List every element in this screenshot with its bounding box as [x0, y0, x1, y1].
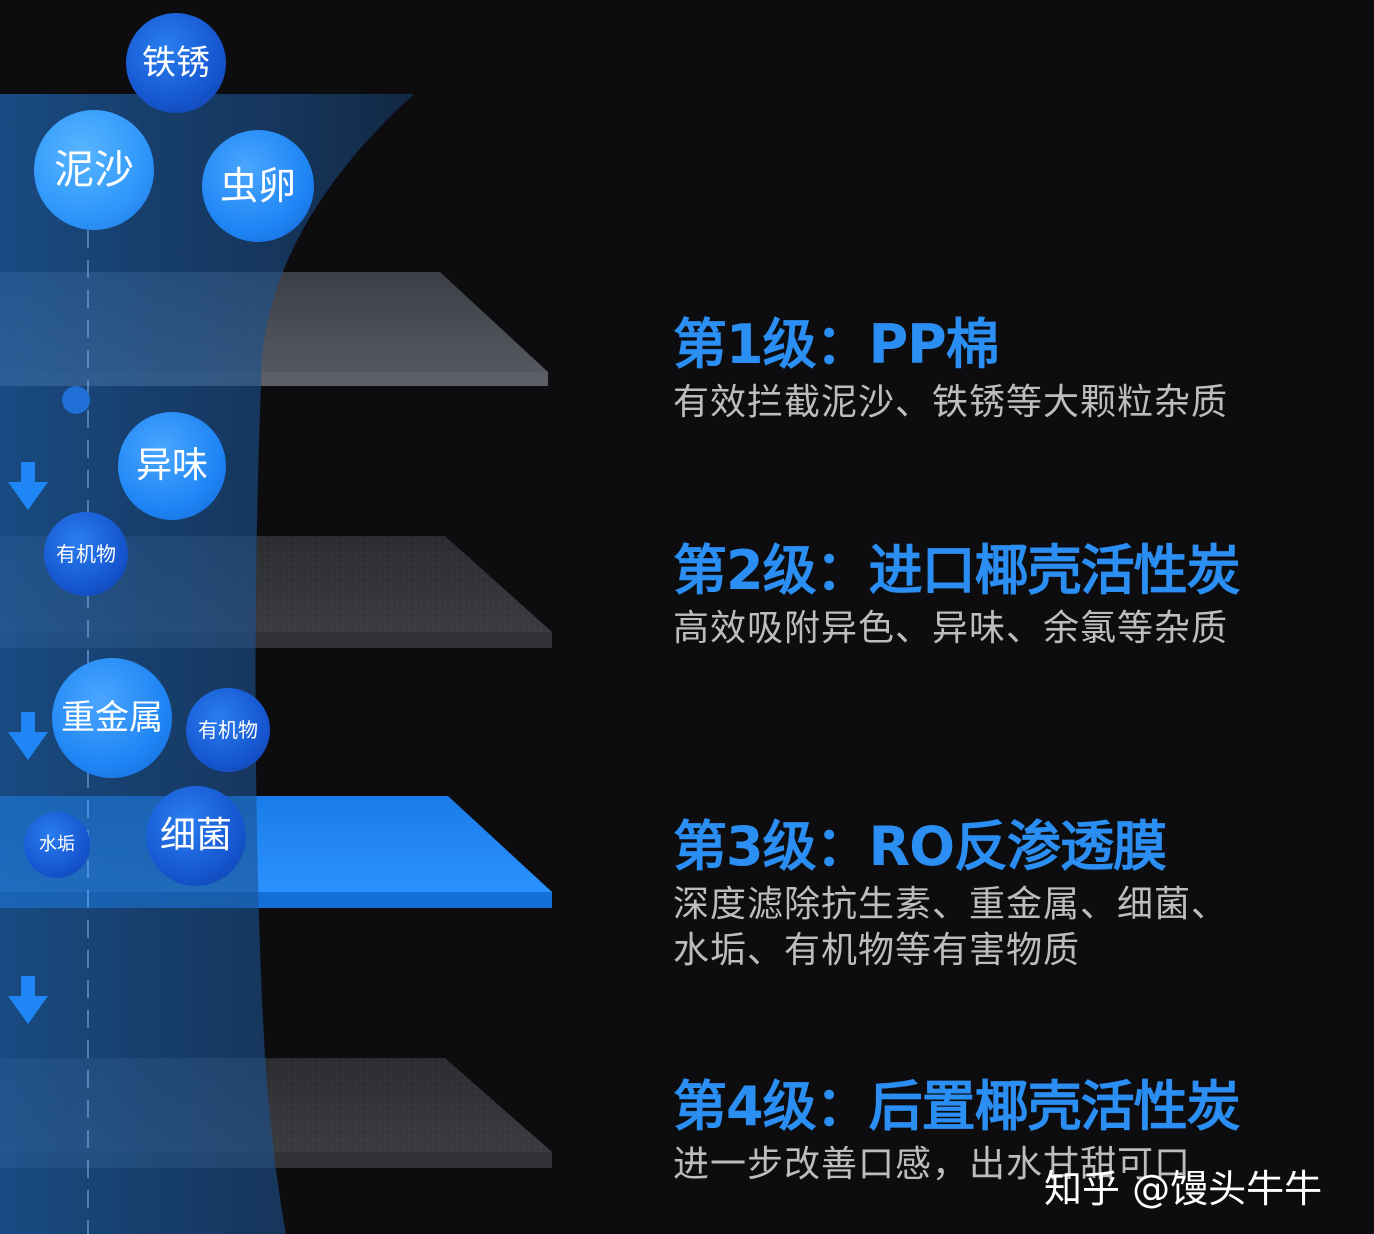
bubble-bacteria: 细菌 — [146, 786, 246, 886]
stage-description: 高效吸附异色、异味、余氯等杂质 — [673, 608, 1229, 649]
particle-dot — [62, 386, 90, 414]
stage-description-line-2: 水垢、有机物等有害物质 — [673, 930, 1081, 971]
watermark: 知乎 @馒头牛牛 — [1044, 1167, 1323, 1211]
stage-1: 第1级：PP棉 有效拦截泥沙、铁锈等大颗粒杂质 — [673, 318, 1333, 426]
bubble-odor: 异味 — [118, 412, 226, 520]
stage-title: 第3级：RO反渗透膜 — [673, 815, 1167, 878]
bubble-rust: 铁锈 — [126, 13, 226, 113]
stage-title: 第2级：进口椰壳活性炭 — [673, 539, 1241, 602]
bubble-organic-2: 有机物 — [186, 688, 270, 772]
bubble-eggs: 虫卵 — [202, 130, 314, 242]
stage-title: 第1级：PP棉 — [673, 313, 1000, 376]
stage-description: 深度滤除抗生素、重金属、细菌、 — [673, 884, 1229, 925]
bubble-organic-1: 有机物 — [44, 512, 128, 596]
bubble-silt: 泥沙 — [34, 110, 154, 230]
stage-2: 第2级：进口椰壳活性炭 高效吸附异色、异味、余氯等杂质 — [673, 544, 1333, 652]
bubble-heavy-metal: 重金属 — [52, 658, 172, 778]
stage-description: 有效拦截泥沙、铁锈等大颗粒杂质 — [673, 382, 1229, 423]
bubble-scale: 水垢 — [24, 812, 90, 878]
stage-title: 第4级：后置椰壳活性炭 — [673, 1075, 1241, 1138]
stage-3: 第3级：RO反渗透膜 深度滤除抗生素、重金属、细菌、 水垢、有机物等有害物质 — [673, 820, 1333, 974]
